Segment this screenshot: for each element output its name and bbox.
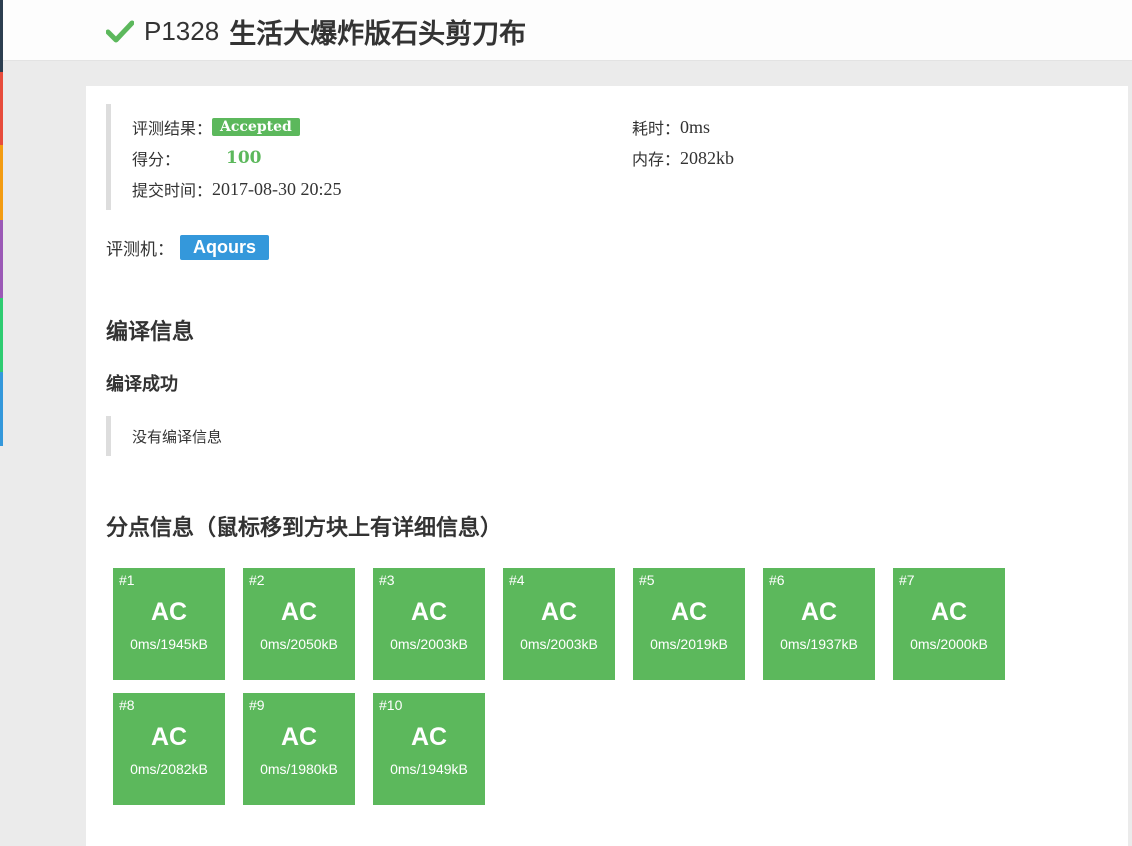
testcase-tile[interactable]: #7 AC 0ms/2000kB	[893, 568, 1005, 680]
memory-label: 内存：	[632, 150, 681, 169]
record-card: 评测结果： Accepted 得分： 100 提交时间： 2017-08-30 …	[86, 86, 1128, 846]
testcase-status: AC	[150, 723, 188, 751]
testcase-number: #1	[119, 572, 135, 588]
testcase-tile[interactable]: #9 AC 0ms/1980kB	[243, 693, 355, 805]
score-row: 得分： 100	[132, 146, 262, 170]
judger-row: 评测机： Aqours	[106, 232, 269, 262]
testcase-number: #7	[899, 572, 915, 588]
page-header: P1328 生活大爆炸版石头剪刀布	[0, 0, 1132, 61]
testcase-number: #8	[119, 697, 135, 713]
testcase-tile[interactable]: #6 AC 0ms/1937kB	[763, 568, 875, 680]
testcase-status: AC	[800, 598, 838, 626]
testcase-detail: 0ms/2003kB	[520, 636, 598, 652]
testcase-status: AC	[150, 598, 188, 626]
testcase-tile[interactable]: #10 AC 0ms/1949kB	[373, 693, 485, 805]
testcase-number: #3	[379, 572, 395, 588]
status-badge: Accepted	[212, 118, 300, 136]
result-row: 评测结果： Accepted	[132, 115, 300, 139]
testcase-status: AC	[410, 723, 448, 751]
testcase-status: AC	[280, 598, 318, 626]
compile-heading: 编译信息	[106, 320, 195, 345]
result-summary: 评测结果： Accepted 得分： 100 提交时间： 2017-08-30 …	[106, 104, 1111, 210]
problem-id-link[interactable]: P1328	[144, 16, 219, 47]
left-color-strip	[0, 0, 3, 833]
testcase-status: AC	[540, 598, 578, 626]
time-label: 耗时：	[632, 119, 681, 138]
testcase-status: AC	[670, 598, 708, 626]
testcase-number: #5	[639, 572, 655, 588]
testcase-tile[interactable]: #3 AC 0ms/2003kB	[373, 568, 485, 680]
memory-value: 2082kb	[680, 147, 735, 168]
points-heading: 分点信息（鼠标移到方块上有详细信息）	[106, 516, 503, 541]
result-label: 评测结果：	[132, 119, 213, 138]
memory-row: 内存： 2082kb	[632, 146, 734, 170]
testcase-detail: 0ms/2000kB	[910, 636, 988, 652]
testcase-detail: 0ms/2082kB	[130, 761, 208, 777]
compile-message: 没有编译信息	[106, 416, 706, 456]
testcase-tile[interactable]: #2 AC 0ms/2050kB	[243, 568, 355, 680]
judger-label: 评测机：	[106, 239, 174, 260]
testcase-status: AC	[280, 723, 318, 751]
check-icon	[105, 19, 135, 43]
testcase-detail: 0ms/2019kB	[650, 636, 728, 652]
testcase-number: #2	[249, 572, 265, 588]
problem-title: 生活大爆炸版石头剪刀布	[229, 18, 527, 50]
testcase-detail: 0ms/2003kB	[390, 636, 468, 652]
testcase-status: AC	[930, 598, 968, 626]
submit-time-label: 提交时间：	[132, 181, 213, 200]
testcase-status: AC	[410, 598, 448, 626]
testcase-number: #4	[509, 572, 525, 588]
testcase-tile[interactable]: #1 AC 0ms/1945kB	[113, 568, 225, 680]
testcase-tile[interactable]: #4 AC 0ms/2003kB	[503, 568, 615, 680]
problem-heading: P1328 生活大爆炸版石头剪刀布	[105, 13, 527, 50]
testcase-number: #10	[379, 697, 403, 713]
judger-badge: Aqours	[180, 234, 269, 260]
score-value: 100	[226, 148, 262, 168]
testcase-tile[interactable]: #5 AC 0ms/2019kB	[633, 568, 745, 680]
testcase-number: #6	[769, 572, 785, 588]
testcase-detail: 0ms/1949kB	[390, 761, 468, 777]
testcase-detail: 0ms/1937kB	[780, 636, 858, 652]
time-value: 0ms	[680, 116, 711, 137]
testcase-detail: 0ms/2050kB	[260, 636, 338, 652]
score-label: 得分：	[132, 150, 181, 169]
submit-time-value: 2017-08-30 20:25	[212, 178, 342, 199]
compile-status: 编译成功	[106, 374, 178, 395]
testcase-detail: 0ms/1980kB	[260, 761, 338, 777]
submit-time-row: 提交时间： 2017-08-30 20:25	[132, 177, 342, 201]
testcase-number: #9	[249, 697, 265, 713]
testcase-tile[interactable]: #8 AC 0ms/2082kB	[113, 693, 225, 805]
testcase-detail: 0ms/1945kB	[130, 636, 208, 652]
time-row: 耗时： 0ms	[632, 115, 710, 139]
